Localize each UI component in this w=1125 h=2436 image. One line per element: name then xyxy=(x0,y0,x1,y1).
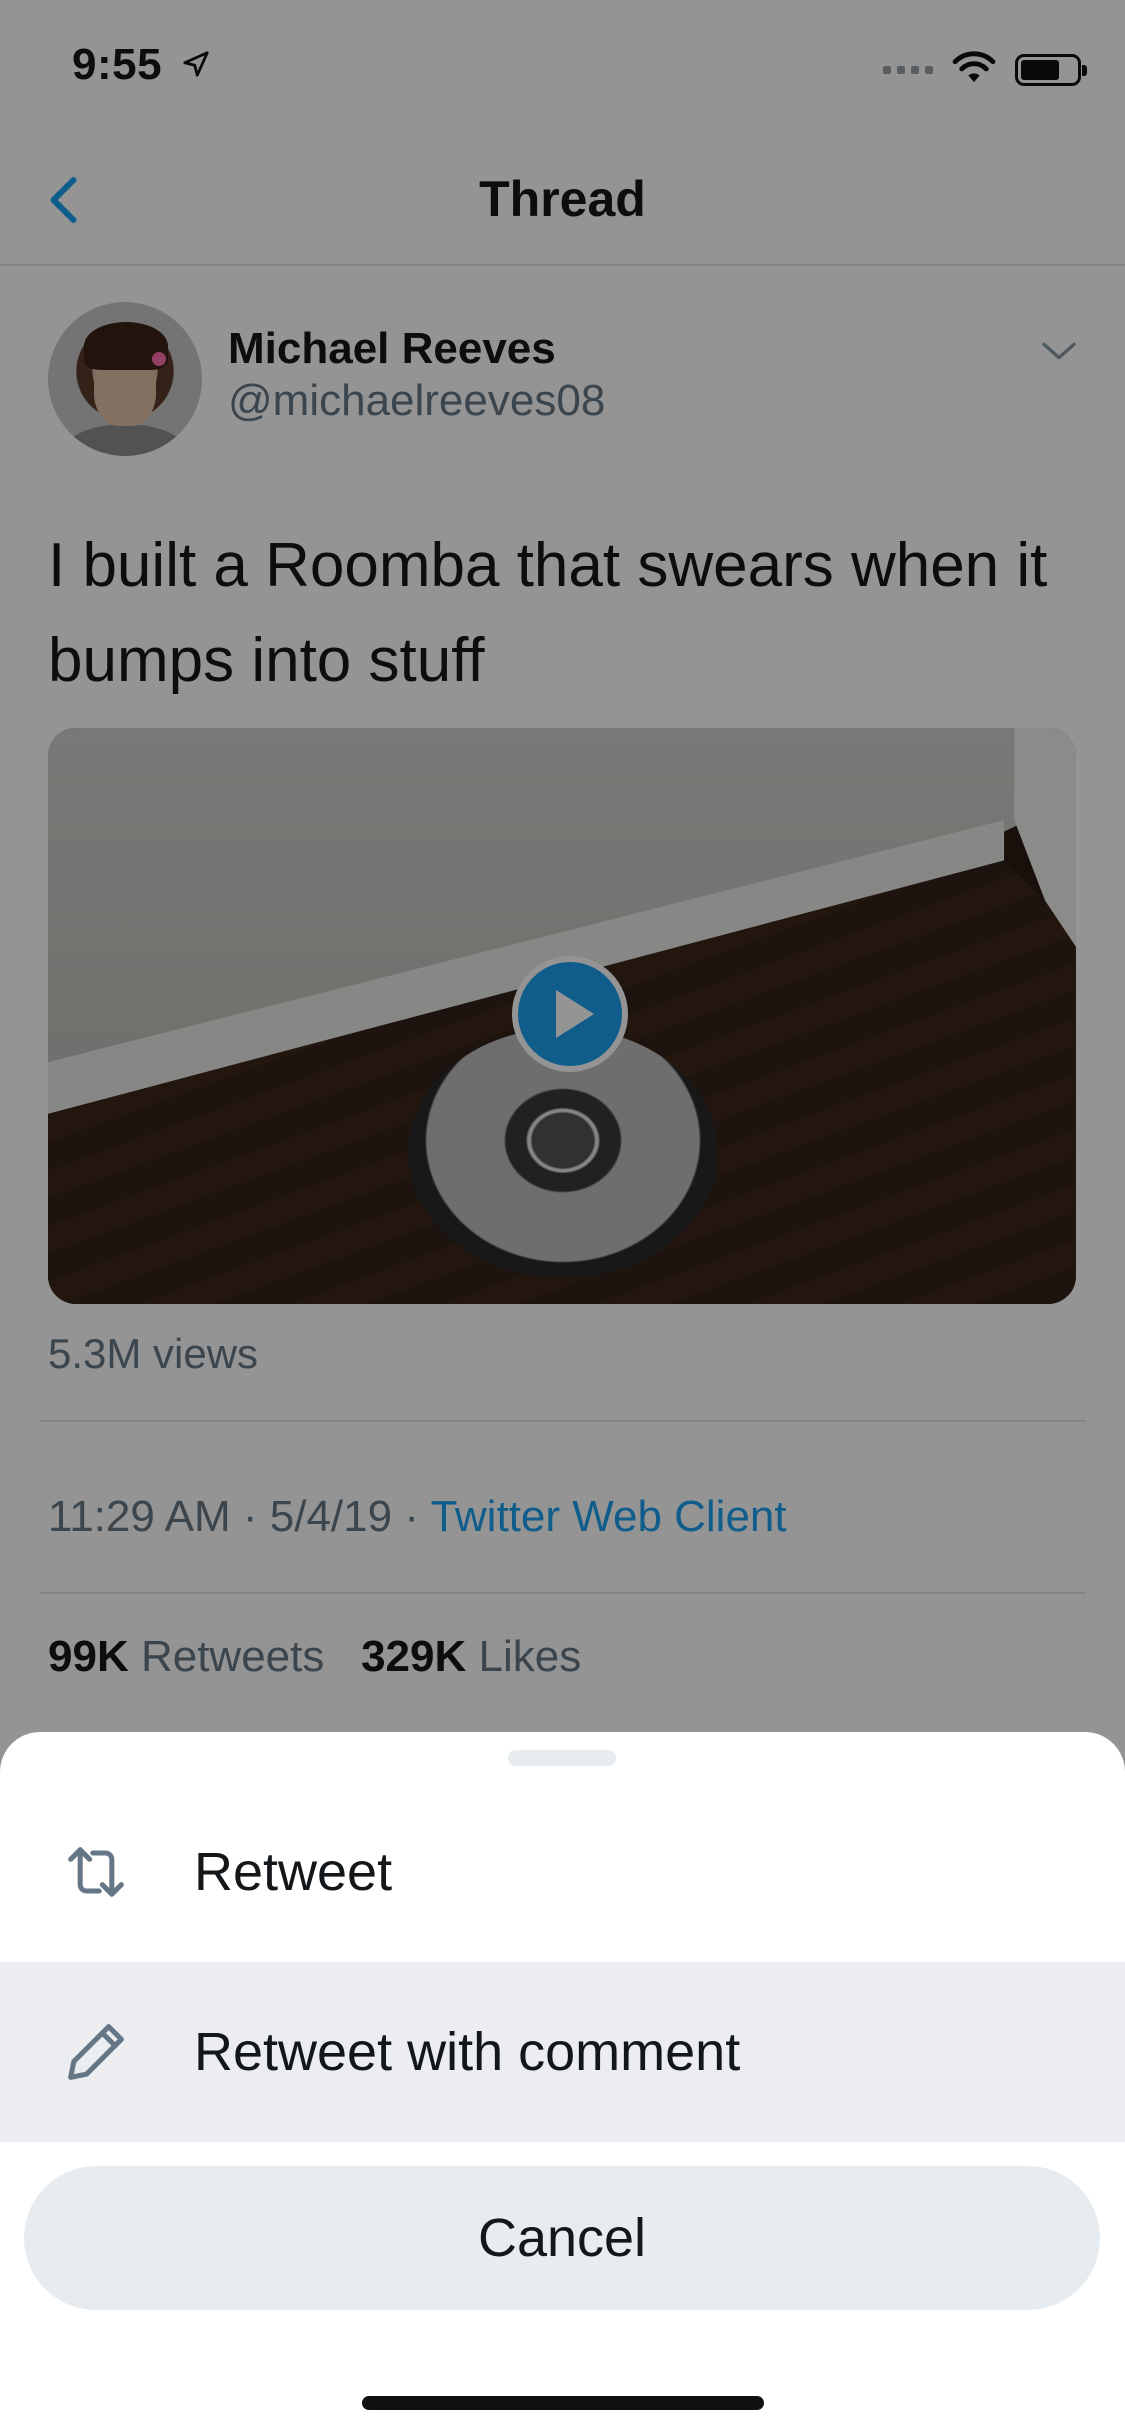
retweet-with-comment-label: Retweet with comment xyxy=(194,2022,741,2082)
sheet-grabber[interactable] xyxy=(508,1750,616,1766)
pencil-icon xyxy=(58,2014,134,2090)
home-indicator[interactable] xyxy=(362,2396,764,2410)
retweet-with-comment-button[interactable]: Retweet with comment xyxy=(0,1962,1125,2142)
thread-screen: 9:55 Thread Michael Reeves @michaelreeve… xyxy=(0,0,1125,2436)
retweet-label: Retweet xyxy=(194,1842,393,1902)
retweet-action-sheet: Retweet Retweet with comment Cancel xyxy=(0,1732,1125,2436)
cancel-button[interactable]: Cancel xyxy=(24,2166,1100,2310)
retweet-icon xyxy=(58,1834,134,1910)
retweet-button[interactable]: Retweet xyxy=(0,1782,1125,1962)
